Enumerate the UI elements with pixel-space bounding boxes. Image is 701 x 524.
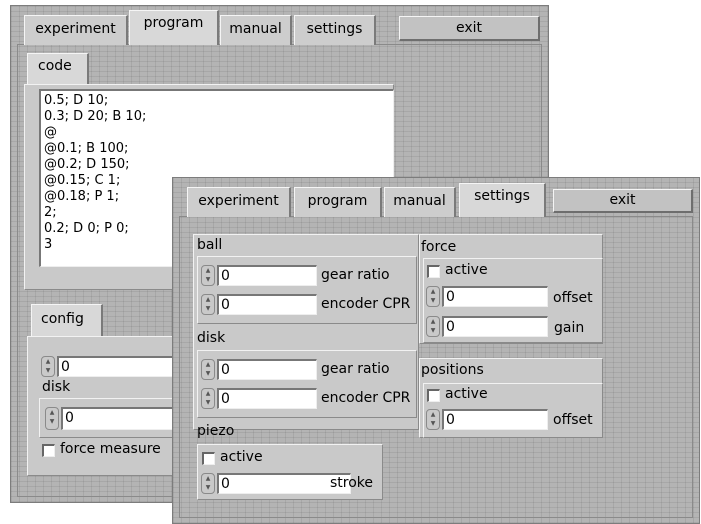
code-line: 0.5; D 10; (44, 93, 109, 108)
tab-settings[interactable]: settings (459, 183, 546, 217)
piezo-stroke-label: stroke (330, 475, 374, 491)
force-gain-field[interactable]: 0 (442, 316, 548, 337)
spinner-arrows-icon[interactable]: ▲ ▼ (201, 359, 215, 380)
disk-label: disk (42, 379, 71, 395)
code-line: @0.1; B 100; (44, 141, 129, 156)
force-measure-checkbox[interactable] (42, 444, 55, 457)
disk-encoder-cpr-label: encoder CPR (321, 390, 411, 406)
code-line: 0.3; D 20; B 10; (44, 109, 147, 124)
disk-gear-ratio-label: gear ratio (321, 361, 390, 377)
ball-encoder-cpr-label: encoder CPR (321, 296, 411, 312)
tab-program[interactable]: program (129, 10, 219, 45)
positions-active-checkbox[interactable] (427, 389, 440, 402)
spinner-arrows-icon[interactable]: ▲ ▼ (41, 356, 55, 377)
tab-program[interactable]: program (294, 187, 382, 217)
force-active-label: active (445, 262, 488, 278)
tab-settings[interactable]: settings (294, 15, 376, 45)
piezo-active-label: active (220, 449, 263, 465)
force-title: force (421, 239, 457, 255)
code-line: @ (44, 125, 57, 140)
piezo-active-checkbox[interactable] (202, 452, 215, 465)
spinner-arrows-icon[interactable]: ▲ ▼ (201, 294, 215, 315)
tab-manual[interactable]: manual (384, 187, 456, 217)
ball-gear-ratio-label: gear ratio (321, 267, 390, 283)
disk-encoder-cpr-field[interactable]: 0 (217, 388, 317, 409)
tab-experiment[interactable]: experiment (24, 15, 128, 45)
tab-code[interactable]: code (27, 53, 89, 85)
piezo-title: piezo (197, 423, 235, 439)
code-line: @0.2; D 150; (44, 157, 130, 172)
spinner-arrows-icon[interactable]: ▲ ▼ (426, 409, 440, 430)
spinner-arrows-icon[interactable]: ▲ ▼ (201, 473, 215, 494)
positions-offset-field[interactable]: 0 (442, 409, 548, 430)
ball-encoder-cpr-field[interactable]: 0 (217, 294, 317, 315)
ball-gear-ratio-field[interactable]: 0 (217, 265, 317, 286)
spinner-arrows-icon[interactable]: ▲ ▼ (426, 286, 440, 307)
exit-button[interactable]: exit (553, 189, 693, 213)
force-active-checkbox[interactable] (427, 265, 440, 278)
exit-button[interactable]: exit (399, 16, 540, 41)
spinner-arrows-icon[interactable]: ▲ ▼ (426, 316, 440, 337)
ball-title: ball (197, 237, 223, 253)
front-window: experiment program manual settings exit … (172, 177, 700, 524)
force-offset-field[interactable]: 0 (442, 286, 548, 307)
force-gain-label: gain (554, 320, 585, 336)
tab-manual[interactable]: manual (220, 15, 292, 45)
positions-title: positions (421, 362, 484, 378)
disk-gear-ratio-field[interactable]: 0 (217, 359, 317, 380)
force-offset-label: offset (553, 290, 593, 306)
positions-offset-label: offset (553, 412, 593, 428)
spinner-arrows-icon[interactable]: ▲ ▼ (201, 388, 215, 409)
tab-config[interactable]: config (31, 304, 103, 336)
spinner-arrows-icon[interactable]: ▲ ▼ (201, 265, 215, 286)
force-measure-label: force measure (60, 441, 161, 457)
spinner-arrows-icon[interactable]: ▲ ▼ (45, 407, 59, 430)
positions-active-label: active (445, 386, 488, 402)
tab-experiment[interactable]: experiment (187, 187, 291, 217)
disk-title: disk (197, 330, 226, 346)
